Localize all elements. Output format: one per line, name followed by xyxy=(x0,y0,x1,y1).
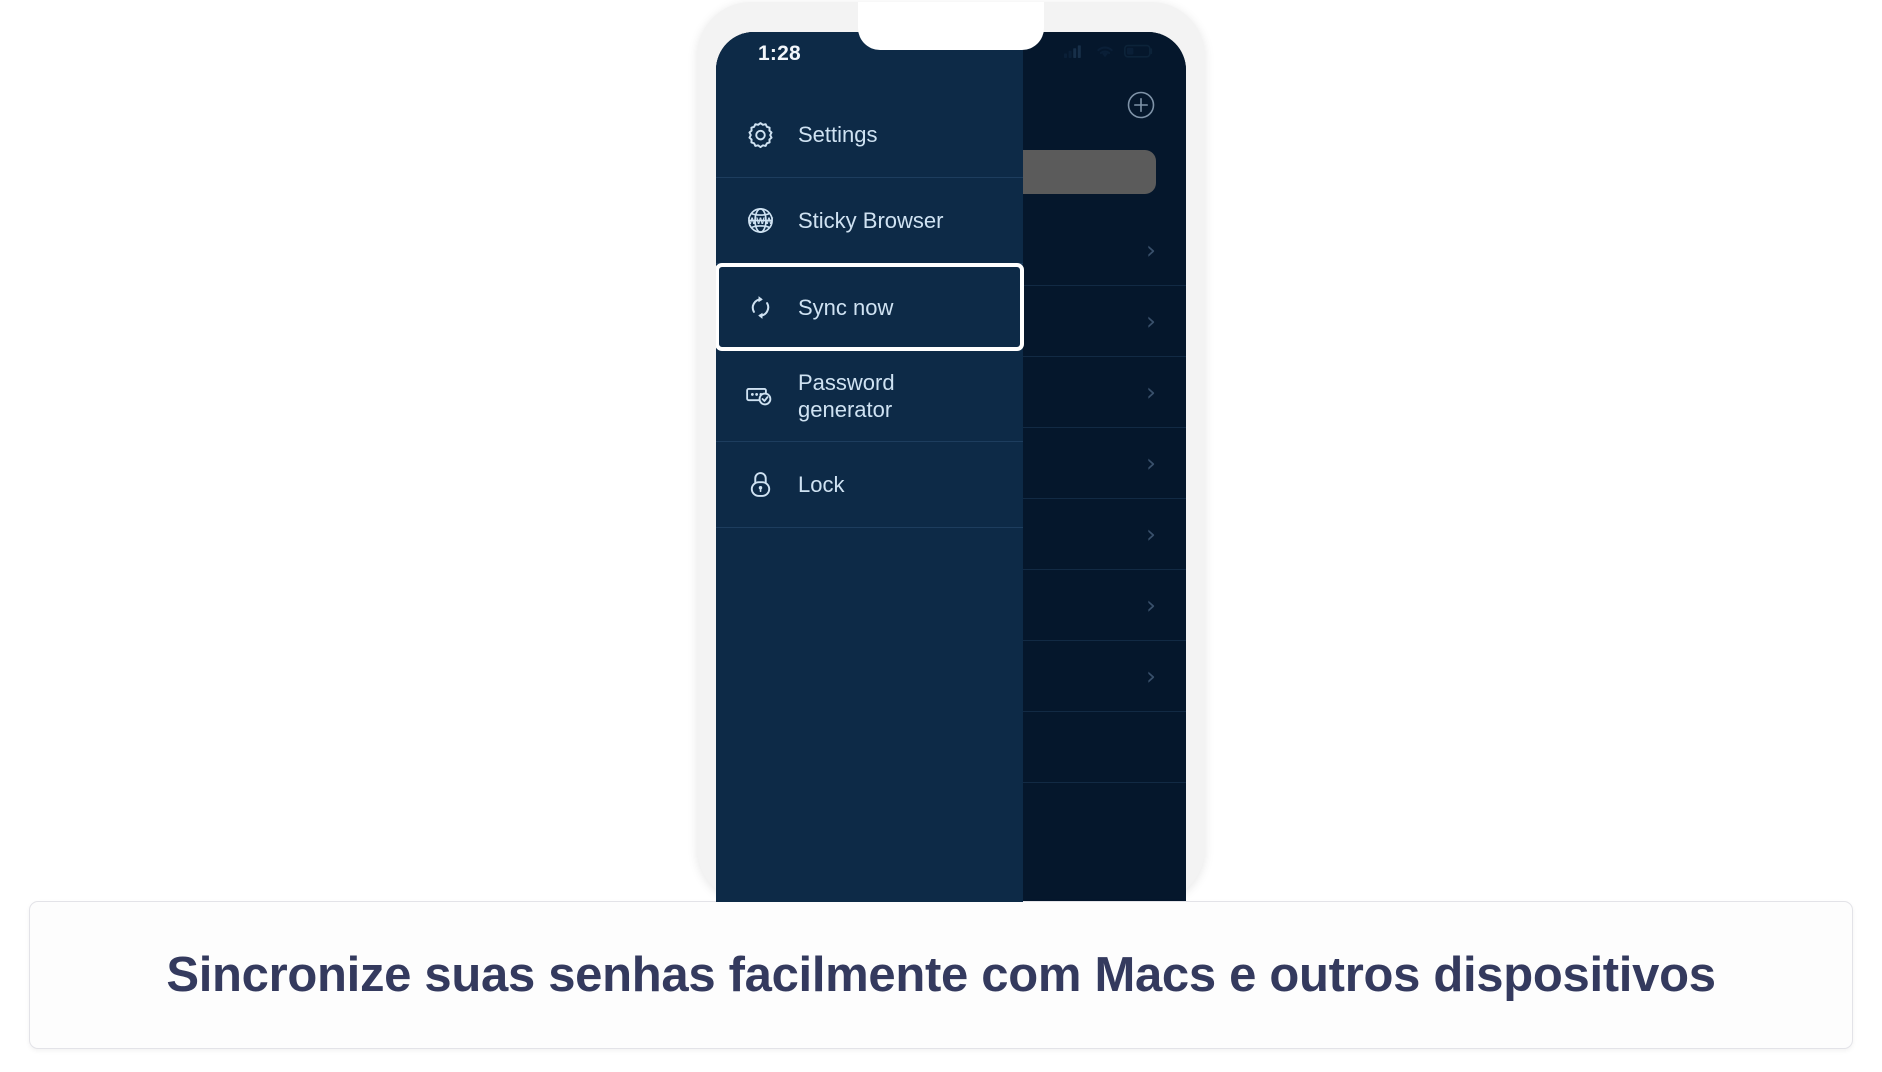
chevron-right-icon: › xyxy=(1146,661,1156,690)
navigation-drawer: Settings WWW Sticky Browser Sync now Pas… xyxy=(716,32,1024,902)
caption-banner: Sincronize suas senhas facilmente com Ma… xyxy=(29,901,1853,1049)
sync-arrows-icon xyxy=(740,287,780,327)
drawer-item-password-generator[interactable]: Password generator xyxy=(716,350,1023,442)
chevron-right-icon: › xyxy=(1146,519,1156,548)
drawer-item-label: Sync now xyxy=(798,294,894,320)
gear-icon xyxy=(740,115,780,155)
drawer-item-label: Lock xyxy=(798,472,845,497)
phone-device-frame: › › › › › › › Settings WWW Sticky Browse… xyxy=(697,2,1205,902)
add-item-button[interactable] xyxy=(1126,90,1156,120)
drawer-item-lock[interactable]: Lock xyxy=(716,442,1023,528)
drawer-item-label: Password generator xyxy=(798,369,895,422)
page-canvas: › › › › › › › Settings WWW Sticky Browse… xyxy=(0,0,1882,1072)
chevron-right-icon: › xyxy=(1146,377,1156,406)
password-check-icon xyxy=(740,376,780,416)
caption-text: Sincronize suas senhas facilmente com Ma… xyxy=(166,947,1716,1002)
phone-notch xyxy=(858,2,1044,50)
chevron-right-icon: › xyxy=(1146,590,1156,619)
svg-text:WWW: WWW xyxy=(747,216,773,226)
drawer-item-settings[interactable]: Settings xyxy=(716,92,1023,178)
drawer-item-label: Sticky Browser xyxy=(798,208,944,233)
drawer-item-sync-now[interactable]: Sync now xyxy=(716,263,1024,351)
globe-www-icon: WWW xyxy=(740,201,780,241)
chevron-right-icon: › xyxy=(1146,235,1156,264)
phone-screen: › › › › › › › Settings WWW Sticky Browse… xyxy=(716,32,1186,902)
drawer-item-label: Settings xyxy=(798,122,878,147)
chevron-right-icon: › xyxy=(1146,448,1156,477)
drawer-item-sticky-browser[interactable]: WWW Sticky Browser xyxy=(716,178,1023,264)
lock-icon xyxy=(740,465,780,505)
plus-circle-icon xyxy=(1127,91,1155,119)
chevron-right-icon: › xyxy=(1146,306,1156,335)
